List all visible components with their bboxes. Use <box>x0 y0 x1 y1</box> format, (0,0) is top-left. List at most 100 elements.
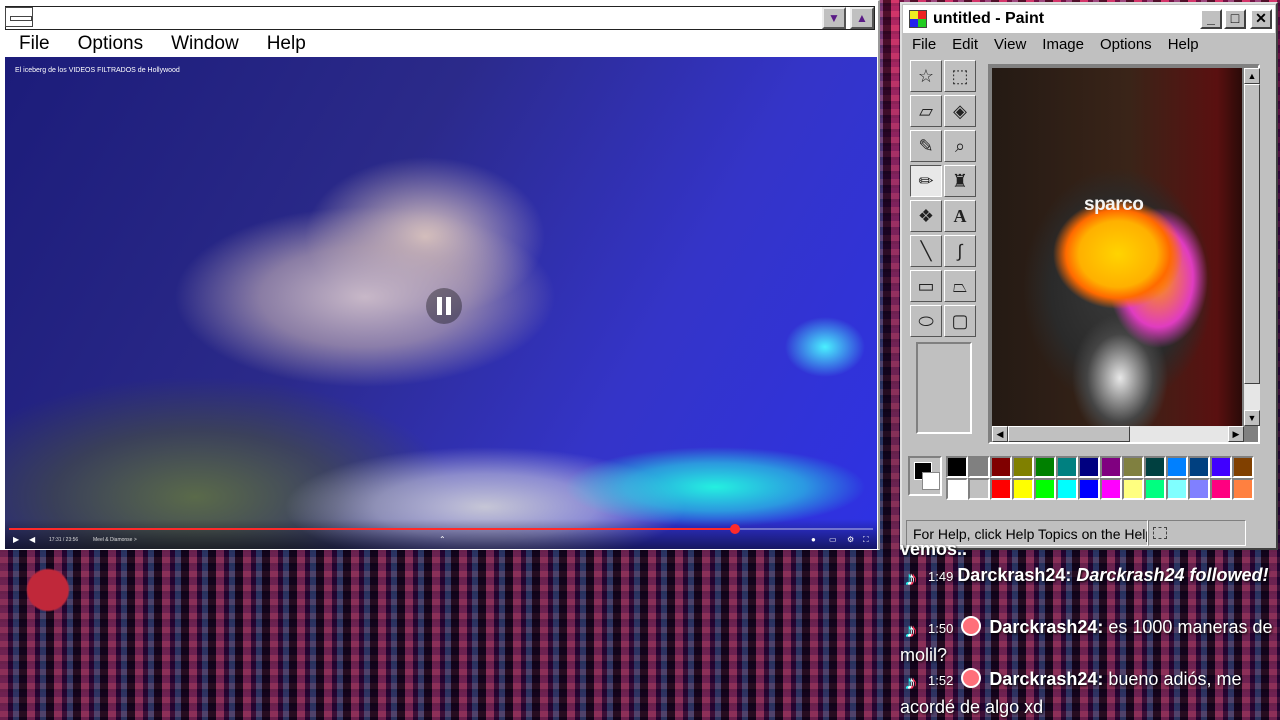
color-swatch[interactable] <box>968 478 990 500</box>
brush-icon[interactable]: ♜ <box>944 165 976 197</box>
chat-message: ♪ 1:50 Darckrash24: es 1000 maneras de mol… <box>900 614 1278 668</box>
color-swatch[interactable] <box>1166 456 1188 478</box>
player-menu-options[interactable]: Options <box>64 31 143 57</box>
current-colors[interactable] <box>908 456 942 496</box>
paint-menu-view[interactable]: View <box>994 36 1026 53</box>
player-maximize-button[interactable]: ▲ <box>850 7 874 29</box>
paint-canvas-area: sparco ▲ ▼ ◀ ▶ <box>988 64 1260 444</box>
color-picker-icon[interactable]: ✎ <box>910 130 942 162</box>
scroll-down-icon[interactable]: ▼ <box>1244 410 1260 426</box>
progress-knob[interactable] <box>729 524 740 534</box>
paint-menu-file[interactable]: File <box>912 36 936 53</box>
chapter-label[interactable]: Meel & Diamonse > <box>93 537 137 543</box>
color-swatch[interactable] <box>1078 478 1100 500</box>
color-swatch[interactable] <box>1078 456 1100 478</box>
text-tool-icon[interactable]: A <box>944 200 976 232</box>
color-swatch[interactable] <box>1188 456 1210 478</box>
paint-window: untitled - Paint _ □ ✕ File Edit View Im… <box>900 2 1278 550</box>
paint-maximize-button[interactable]: □ <box>1224 9 1246 29</box>
time-display: 17:31 / 23:56 <box>49 537 79 543</box>
line-tool-icon[interactable]: ╲ <box>910 235 942 267</box>
color-swatch[interactable] <box>1144 478 1166 500</box>
paint-minimize-button[interactable]: _ <box>1200 9 1222 29</box>
color-swatch[interactable] <box>1122 478 1144 500</box>
tiktok-icon: ♪ <box>906 620 916 642</box>
player-minimize-button[interactable]: ▼ <box>822 7 846 29</box>
pause-icon[interactable] <box>426 288 462 324</box>
horizontal-scrollbar[interactable]: ◀ ▶ <box>992 426 1244 442</box>
chat-timestamp: 1:49 <box>928 569 954 584</box>
polygon-tool-icon[interactable]: ⏢ <box>944 270 976 302</box>
color-swatch[interactable] <box>1034 478 1056 500</box>
autoplay-icon[interactable]: ● <box>811 535 816 544</box>
player-system-menu-button[interactable] <box>5 7 33 27</box>
rectangle-tool-icon[interactable]: ▭ <box>910 270 942 302</box>
color-swatch[interactable] <box>1056 478 1078 500</box>
progress-bar[interactable] <box>9 524 873 534</box>
chat-username: Darckrash24: <box>957 565 1077 585</box>
color-swatch[interactable] <box>1210 456 1232 478</box>
paint-close-button[interactable]: ✕ <box>1250 9 1272 29</box>
scroll-left-icon[interactable]: ◀ <box>992 426 1008 442</box>
player-menu-window[interactable]: Window <box>157 31 239 57</box>
video-controls: ▶ ◀ 17:31 / 23:56 Meel & Diamonse > ⌃ ● … <box>5 519 877 549</box>
horizontal-scroll-thumb[interactable] <box>1008 426 1130 442</box>
tiktok-icon: ♪ <box>906 672 916 694</box>
paint-menu-options[interactable]: Options <box>1100 36 1152 53</box>
ellipse-tool-icon[interactable]: ⬭ <box>910 305 942 337</box>
color-swatch[interactable] <box>1122 456 1144 478</box>
paint-menu-help[interactable]: Help <box>1168 36 1199 53</box>
chevron-up-icon[interactable]: ⌃ <box>439 535 446 544</box>
fullscreen-icon[interactable]: ⛶ <box>863 535 869 545</box>
color-swatch[interactable] <box>946 478 968 500</box>
color-swatch[interactable] <box>1012 456 1034 478</box>
magnifier-icon[interactable]: ⌕ <box>944 130 976 162</box>
tool-options-box[interactable] <box>916 342 972 434</box>
color-swatch[interactable] <box>968 456 990 478</box>
vertical-scrollbar[interactable]: ▲ ▼ <box>1244 68 1260 426</box>
pencil-icon[interactable]: ✏ <box>910 165 942 197</box>
color-swatch[interactable] <box>1012 478 1034 500</box>
chat-overlay: vemos.. ♪ 1:49 Darckrash24: Darckrash24 fo… <box>900 539 1280 720</box>
color-swatch[interactable] <box>990 478 1012 500</box>
color-swatch[interactable] <box>946 456 968 478</box>
background-color[interactable] <box>922 472 940 490</box>
scroll-right-icon[interactable]: ▶ <box>1228 426 1244 442</box>
paint-menu-image[interactable]: Image <box>1042 36 1084 53</box>
chat-message: ♪ 1:49 Darckrash24: Darckrash24 followed! <box>900 562 1278 590</box>
chat-text: Darckrash24 followed! <box>1076 565 1269 585</box>
paint-menu-edit[interactable]: Edit <box>952 36 978 53</box>
subtitles-icon[interactable]: ▭ <box>829 535 837 544</box>
airbrush-icon[interactable]: ❖ <box>910 200 942 232</box>
color-swatch[interactable] <box>1166 478 1188 500</box>
player-title-bar[interactable] <box>5 6 875 30</box>
paint-menu-bar: File Edit View Image Options Help <box>912 36 1215 53</box>
fill-bucket-icon[interactable]: ◈ <box>944 95 976 127</box>
eraser-icon[interactable]: ▱ <box>910 95 942 127</box>
color-swatch[interactable] <box>1144 456 1166 478</box>
color-swatches <box>946 456 1254 500</box>
color-swatch[interactable] <box>1188 478 1210 500</box>
scroll-up-icon[interactable]: ▲ <box>1244 68 1260 84</box>
video-frame[interactable]: El iceberg de los VIDEOS FILTRADOS de Ho… <box>5 57 877 549</box>
color-swatch[interactable] <box>1100 456 1122 478</box>
settings-icon[interactable]: ⚙ <box>847 535 854 544</box>
color-swatch[interactable] <box>1232 478 1254 500</box>
curve-tool-icon[interactable]: ∫ <box>944 235 976 267</box>
vertical-scroll-thumb[interactable] <box>1244 84 1260 384</box>
color-swatch[interactable] <box>1100 478 1122 500</box>
chat-username: Darckrash24: <box>989 669 1109 689</box>
webcam-canvas[interactable]: sparco <box>992 68 1242 426</box>
color-swatch[interactable] <box>1056 456 1078 478</box>
rect-select-icon[interactable]: ⬚ <box>944 60 976 92</box>
play-icon[interactable]: ▶ <box>13 535 19 544</box>
color-swatch[interactable] <box>1232 456 1254 478</box>
color-swatch[interactable] <box>1210 478 1232 500</box>
rounded-rect-tool-icon[interactable]: ▢ <box>944 305 976 337</box>
free-select-icon[interactable]: ☆ <box>910 60 942 92</box>
player-menu-help[interactable]: Help <box>253 31 306 57</box>
volume-icon[interactable]: ◀ <box>29 535 35 544</box>
color-swatch[interactable] <box>990 456 1012 478</box>
player-menu-file[interactable]: File <box>5 31 50 57</box>
color-swatch[interactable] <box>1034 456 1056 478</box>
